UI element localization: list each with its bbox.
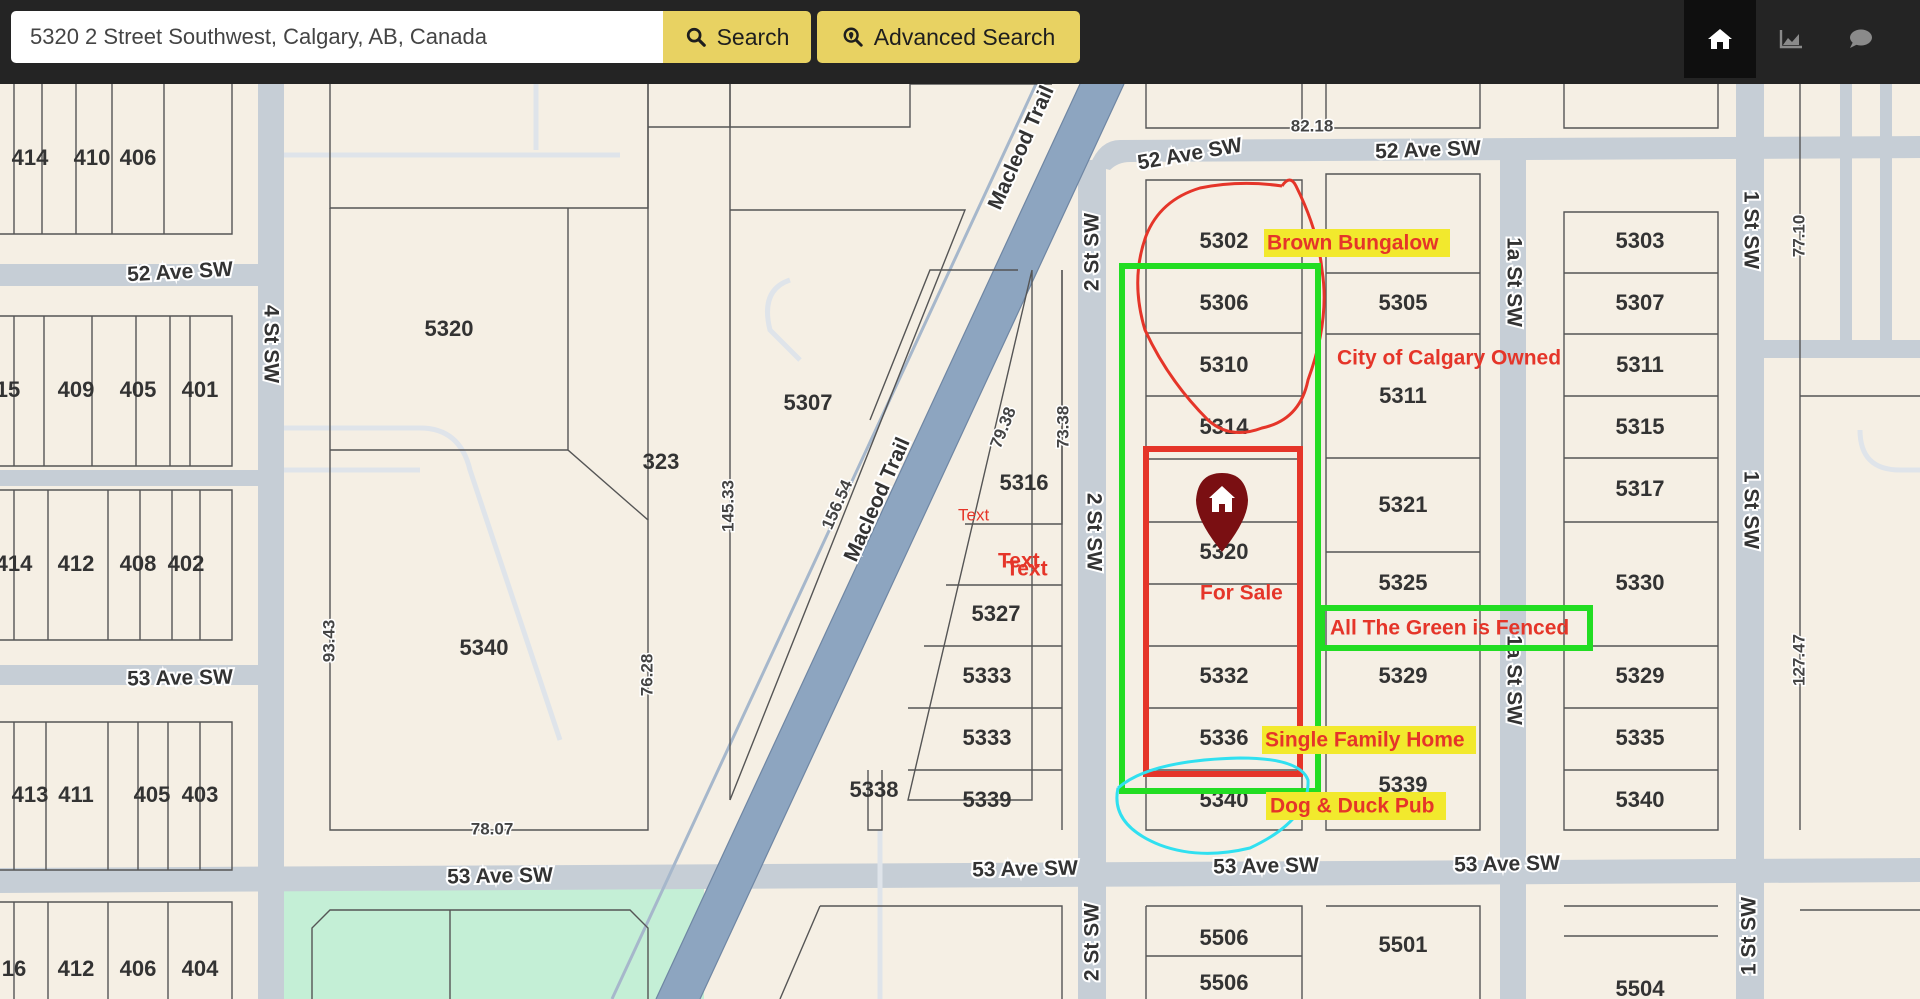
dimension-label: 73.38 <box>1053 406 1072 449</box>
road-label-53-ave-trail: 53 Ave SW <box>972 857 1078 882</box>
lot-label: 15 <box>0 377 20 402</box>
road-label-2-st-north: 2 St SW <box>1081 213 1104 291</box>
lot-label: 5320 <box>425 316 474 341</box>
lot-label: 5336 <box>1200 725 1249 750</box>
lot-label: 5504 <box>1616 976 1666 999</box>
lot-label: 5311 <box>1379 383 1427 408</box>
city-owned-label: City of Calgary Owned <box>1337 347 1561 370</box>
lot-label: 5311 <box>1616 352 1664 377</box>
lot-label: 5335 <box>1616 725 1665 750</box>
lot-label: 405 <box>120 377 157 402</box>
lot-label: 412 <box>58 956 95 981</box>
dimension-label: 127.47 <box>1789 634 1808 686</box>
single-family-label: Single Family Home <box>1265 729 1465 752</box>
lot-label: 403 <box>182 782 219 807</box>
text-annotation-small: Text <box>958 505 989 524</box>
lot-label: 414 <box>0 551 33 576</box>
home-icon <box>1708 29 1732 49</box>
road-label-2-st-south: 2 St SW <box>1081 903 1104 981</box>
chart-icon <box>1779 30 1802 49</box>
road-label-1-st-south: 1 St SW <box>1738 897 1761 975</box>
lot-label: 5340 <box>460 635 509 660</box>
lot-label: 5310 <box>1200 352 1249 377</box>
lot-label: 405 <box>134 782 171 807</box>
lot-label: 414 <box>12 145 49 170</box>
dimension-label: 145.33 <box>718 480 737 532</box>
dimension-label: 82.18 <box>1291 116 1334 135</box>
road-label-53-ave-central: 53 Ave SW <box>447 864 553 889</box>
road-label-53-ave-west: 53 Ave SW <box>127 666 233 691</box>
lot-label: 410 <box>74 145 111 170</box>
text-annotation-b: Text <box>1006 558 1048 581</box>
lot-label: 5302 <box>1200 228 1249 253</box>
top-toolbar: Search Advanced Search <box>0 0 1920 84</box>
road-label-53-ave-east: 53 Ave SW <box>1454 852 1560 877</box>
lot-label: 5338 <box>850 777 899 802</box>
lot-label: 413 <box>12 782 49 807</box>
fenced-label: All The Green is Fenced <box>1330 617 1569 640</box>
lot-label: 5339 <box>963 787 1012 812</box>
lot-label: 16 <box>2 956 26 981</box>
road-label-1-st-north: 1 St SW <box>1739 191 1762 269</box>
lot-label: 5317 <box>1616 476 1665 501</box>
lot-label: 5330 <box>1616 570 1665 595</box>
lot-label: 5501 <box>1379 932 1428 957</box>
road-label-1-st-mid: 1 St SW <box>1739 471 1762 549</box>
advanced-search-button[interactable]: Advanced Search <box>817 11 1080 63</box>
pub-label: Dog & Duck Pub <box>1270 795 1435 818</box>
road-label-53-ave-2st: 53 Ave SW <box>1213 854 1319 879</box>
road-label-1a-st-north: 1a St SW <box>1502 237 1525 327</box>
lot-label: 408 <box>120 551 157 576</box>
lot-label: 5303 <box>1616 228 1665 253</box>
lot-label: 5325 <box>1379 570 1428 595</box>
lot-label: 5329 <box>1616 663 1665 688</box>
lot-label: 5329 <box>1379 663 1428 688</box>
lot-label: 406 <box>120 145 157 170</box>
road-label-52-ave-east: 52 Ave SW <box>1375 137 1482 164</box>
lot-label: 5307 <box>1616 290 1665 315</box>
lot-label: 5327 <box>972 601 1021 626</box>
lot-label: 402 <box>168 551 205 576</box>
nav-home-button[interactable] <box>1684 0 1756 78</box>
lot-label: 412 <box>58 551 95 576</box>
lot-label: 5321 <box>1379 492 1428 517</box>
advanced-search-label: Advanced Search <box>873 23 1056 50</box>
lot-label: 401 <box>182 377 219 402</box>
lot-label: 5316 <box>1000 470 1049 495</box>
lot-label: 5332 <box>1200 663 1249 688</box>
brown-bungalow-label: Brown Bungalow <box>1267 232 1439 255</box>
parcel-map[interactable]: 52 Ave SW 52 Ave SW 52 Ave SW 53 Ave SW … <box>0 84 1920 999</box>
lot-label: 5306 <box>1200 290 1249 315</box>
lot-label: 409 <box>58 377 95 402</box>
chat-icon <box>1850 29 1872 48</box>
lot-label: 5307 <box>784 390 833 415</box>
lot-label: 5340 <box>1616 787 1665 812</box>
dimension-label: 77.10 <box>1789 215 1808 258</box>
nav-chart-button[interactable] <box>1755 0 1827 78</box>
road-label-4-st: 4 St SW <box>259 305 282 383</box>
lot-label: 404 <box>182 956 219 981</box>
lot-label: 323 <box>643 449 680 474</box>
lot-label: 5315 <box>1616 414 1665 439</box>
for-sale-label: For Sale <box>1200 582 1283 605</box>
lot-label: 5333 <box>963 663 1012 688</box>
address-search-input[interactable] <box>11 11 663 63</box>
lot-label: 406 <box>120 956 157 981</box>
lot-label: 411 <box>58 782 94 807</box>
search-button-label: Search <box>716 23 790 50</box>
search-location-icon <box>843 27 863 47</box>
nav-chat-button[interactable] <box>1825 0 1897 78</box>
search-icon <box>686 27 706 47</box>
lot-label: 5506 <box>1200 925 1249 950</box>
lot-label: 5506 <box>1200 970 1249 995</box>
lot-label: 5305 <box>1379 290 1428 315</box>
park-area <box>284 888 704 999</box>
dimension-label: 76.28 <box>637 654 656 697</box>
search-button[interactable]: Search <box>663 11 811 63</box>
lot-label: 5333 <box>963 725 1012 750</box>
road-label-2-st-mid: 2 St SW <box>1082 493 1105 571</box>
dimension-label: 78.07 <box>471 819 514 838</box>
dimension-label: 93.43 <box>319 620 338 663</box>
